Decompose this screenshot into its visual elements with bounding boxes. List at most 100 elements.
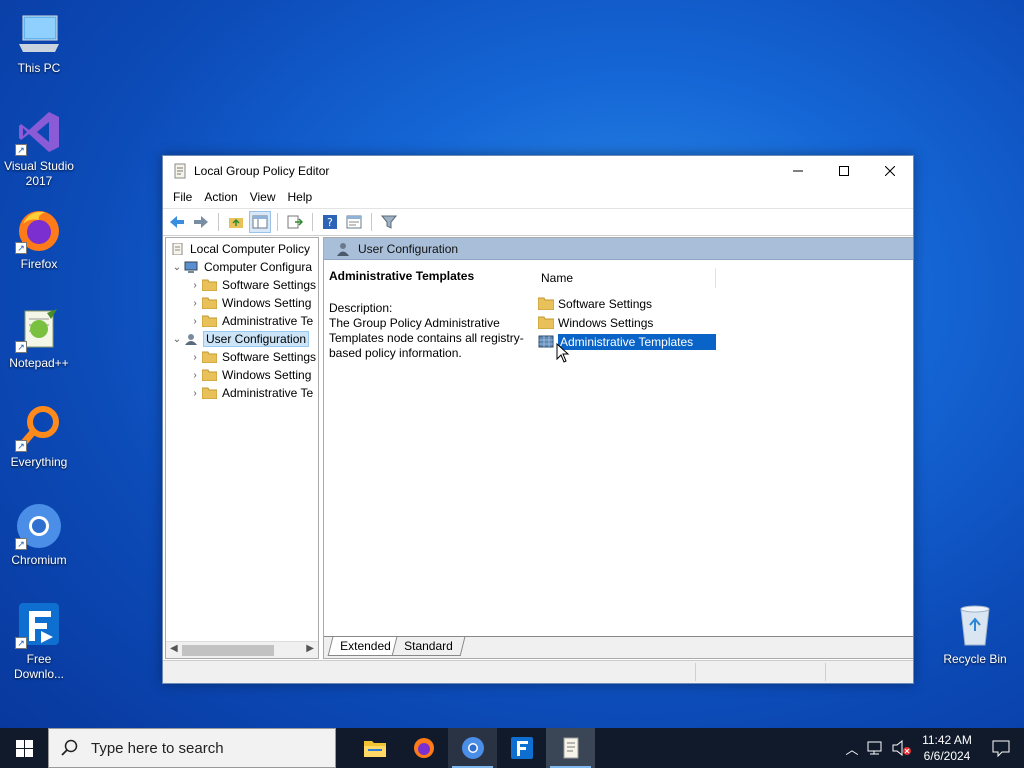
group-policy-editor-window: Local Group Policy Editor File Action Vi… [162, 155, 914, 684]
policy-editor-app-icon [174, 163, 186, 179]
minimize-button[interactable] [775, 156, 821, 186]
desktop-icon-label: Visual Studio 2017 [4, 159, 74, 188]
back-button[interactable] [167, 212, 187, 232]
desktop-icon-this-pc[interactable]: This PC [0, 10, 78, 76]
description-heading: Administrative Templates [329, 269, 475, 283]
menu-action[interactable]: Action [198, 190, 243, 204]
recycle-bin-icon [951, 601, 999, 649]
tree-item-user-software-settings[interactable]: › Software Settings [166, 348, 318, 366]
taskbar-chromium[interactable] [448, 728, 497, 768]
back-arrow-icon [170, 216, 184, 228]
description-label: Description: [329, 301, 393, 315]
expand-chevron-icon[interactable]: › [188, 388, 202, 399]
tree-item-user-configuration[interactable]: ⌄ User Configuration [166, 330, 318, 348]
tree-item-local-computer-policy[interactable]: Local Computer Policy [166, 240, 318, 258]
expand-chevron-icon[interactable]: › [188, 370, 202, 381]
window-title: Local Group Policy Editor [194, 164, 330, 178]
details-pane: User Configuration Administrative Templa… [323, 237, 913, 659]
filter-funnel-icon [381, 215, 397, 229]
toolbar-separator [312, 213, 313, 231]
up-one-level-button[interactable] [226, 212, 246, 232]
folder-up-icon [229, 218, 243, 228]
svg-text:?: ? [327, 216, 333, 229]
tree-item-computer-administrative-templates[interactable]: › Administrative Te [166, 312, 318, 330]
taskbar-firefox[interactable] [399, 728, 448, 768]
scrollbar-thumb[interactable] [182, 645, 274, 656]
filter-button[interactable] [379, 212, 399, 232]
shortcut-arrow-icon: ↗ [15, 144, 27, 156]
chromium-icon [461, 737, 484, 759]
taskbar-file-explorer[interactable] [350, 728, 399, 768]
status-cell [825, 663, 826, 681]
close-icon [885, 166, 895, 176]
properties-icon [346, 215, 362, 229]
tree-item-computer-configuration[interactable]: ⌄ Computer Configura [166, 258, 318, 276]
taskbar-group-policy-editor[interactable] [546, 728, 595, 768]
description-panel: Administrative Templates Description: Th… [329, 269, 527, 361]
show-hide-tree-button[interactable] [249, 211, 271, 233]
menu-view[interactable]: View [244, 190, 282, 204]
volume-muted-icon[interactable] [891, 740, 913, 756]
expand-chevron-icon[interactable]: › [188, 298, 202, 309]
desktop-icon-everything[interactable]: ↗ Everything [0, 404, 78, 470]
menu-bar: File Action View Help [163, 186, 913, 208]
scroll-right-arrow-icon[interactable]: ▶ [306, 643, 314, 654]
administrative-templates-icon [538, 335, 554, 348]
expand-chevron-icon[interactable]: › [188, 352, 202, 363]
collapse-chevron-icon[interactable]: ⌄ [170, 262, 184, 273]
taskbar-search-box[interactable]: Type here to search [48, 728, 336, 768]
details-header: User Configuration [324, 238, 913, 260]
policy-document-icon [172, 243, 183, 255]
tree-item-computer-windows-settings[interactable]: › Windows Setting [166, 294, 318, 312]
console-tree: Local Computer Policy ⌄ Computer Configu… [165, 237, 319, 659]
maximize-button[interactable] [821, 156, 867, 186]
desktop-icon-notepad-plus-plus[interactable]: ↗ Notepad++ [0, 305, 78, 371]
tree-item-computer-software-settings[interactable]: › Software Settings [166, 276, 318, 294]
desktop-icon-label: Notepad++ [9, 356, 69, 370]
clock-date: 6/6/2024 [923, 749, 971, 763]
description-text: The Group Policy Administrative Template… [329, 316, 524, 360]
desktop-icon-firefox[interactable]: ↗ Firefox [0, 206, 78, 272]
start-button[interactable] [0, 728, 48, 768]
action-center-icon[interactable] [978, 738, 1024, 758]
tree-horizontal-scrollbar[interactable]: ◀ ▶ [166, 641, 318, 658]
title-bar[interactable]: Local Group Policy Editor [163, 156, 913, 186]
desktop-icon-visual-studio[interactable]: ↗ Visual Studio 2017 [0, 108, 78, 189]
list-item-windows-settings[interactable]: Windows Settings [538, 313, 653, 332]
collapse-chevron-icon[interactable]: ⌄ [170, 334, 184, 345]
computer-icon [15, 10, 63, 58]
help-button[interactable]: ? [320, 212, 340, 232]
toolbar-separator [371, 213, 372, 231]
tree-item-user-administrative-templates[interactable]: › Administrative Te [166, 384, 318, 402]
tab-standard[interactable]: Standard [391, 637, 466, 656]
desktop-icon-chromium[interactable]: ↗ Chromium [0, 502, 78, 568]
menu-help[interactable]: Help [282, 190, 319, 204]
column-header-name[interactable]: Name [532, 268, 716, 288]
taskbar-free-download-manager[interactable] [497, 728, 546, 768]
toolbar-separator [218, 213, 219, 231]
close-button[interactable] [867, 156, 913, 186]
scroll-left-arrow-icon[interactable]: ◀ [170, 643, 178, 654]
toolbar: ? [163, 208, 913, 236]
clock[interactable]: 11:42 AM 6/6/2024 [916, 732, 978, 764]
network-icon[interactable] [865, 740, 885, 756]
properties-button[interactable] [344, 212, 364, 232]
expand-chevron-icon[interactable]: › [188, 280, 202, 291]
computer-config-icon [184, 261, 198, 273]
expand-chevron-icon[interactable]: › [188, 316, 202, 327]
everything-search-icon: ↗ [15, 404, 63, 452]
forward-button[interactable] [191, 212, 211, 232]
status-cell [695, 663, 696, 681]
folder-icon [202, 297, 217, 309]
export-list-button[interactable] [285, 212, 305, 232]
view-tabs: Extended Standard [324, 636, 913, 658]
folder-icon [202, 315, 217, 327]
tree-item-user-windows-settings[interactable]: › Windows Setting [166, 366, 318, 384]
file-explorer-icon [363, 741, 386, 757]
search-icon [61, 739, 78, 756]
desktop-icon-recycle-bin[interactable]: Recycle Bin [936, 601, 1014, 667]
show-hidden-icons-chevron-icon[interactable]: ︿ [842, 739, 862, 758]
list-item-software-settings[interactable]: Software Settings [538, 294, 652, 313]
desktop-icon-free-download-manager[interactable]: ↗ Free Downlo... [0, 601, 78, 682]
menu-file[interactable]: File [167, 190, 198, 204]
